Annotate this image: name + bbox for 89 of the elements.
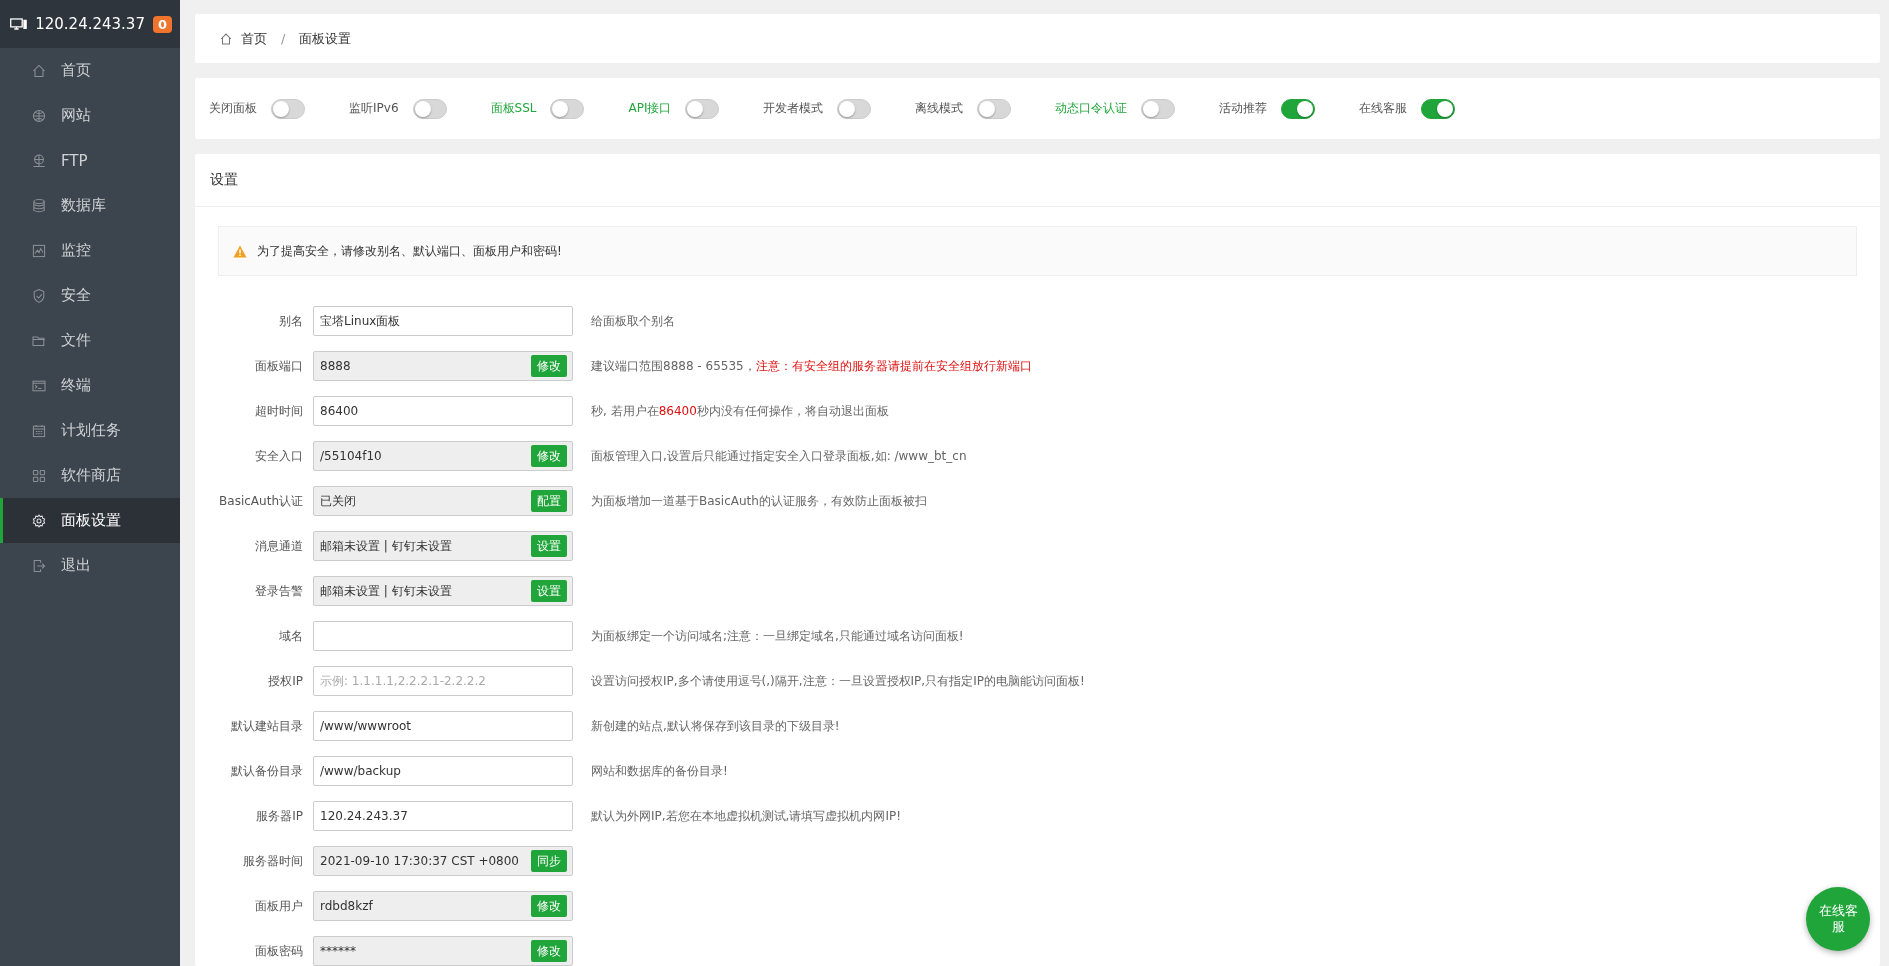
input-field[interactable]: 示例: 1.1.1.1,2.2.2.1-2.2.2.2 — [313, 666, 573, 696]
field-hint: 面板管理入口,设置后只能通过指定安全入口登录面板,如: /www_bt_cn — [591, 447, 967, 465]
field-label: 面板密码 — [254, 942, 303, 960]
field-value: 邮箱未设置 | 钉钉未设置 — [320, 537, 452, 555]
sidebar-item[interactable]: 退出 — [0, 543, 180, 588]
sidebar-item[interactable]: 首页 — [0, 48, 180, 93]
toggle-switch[interactable] — [1141, 98, 1176, 119]
field-value: 邮箱未设置 | 钉钉未设置 — [320, 582, 452, 600]
input-field[interactable]: 120.24.243.37 — [313, 801, 573, 831]
toggle-label: 活动推荐 — [1219, 100, 1268, 118]
field-label: 服务器时间 — [242, 852, 303, 870]
field-label: 面板用户 — [254, 897, 303, 915]
home-icon — [219, 31, 233, 46]
field-label: 别名 — [278, 312, 303, 330]
field-hint: 给面板取个别名 — [591, 312, 675, 330]
field-label: 超时时间 — [254, 402, 303, 420]
field-hint: 网站和数据库的备份目录! — [591, 762, 728, 780]
warning-icon — [233, 244, 247, 258]
toggle-switch[interactable] — [550, 98, 585, 119]
field-label: 消息通道 — [254, 537, 303, 555]
input-field[interactable]: 86400 — [313, 396, 573, 426]
toggle-label: 关闭面板 — [209, 100, 257, 118]
input-field[interactable] — [313, 621, 573, 651]
input-field[interactable]: /www/wwwroot — [313, 711, 573, 741]
field-hint: 为面板增加一道基于BasicAuth的认证服务，有效防止面板被扫 — [591, 492, 927, 510]
field-hint: 默认为外网IP,若您在本地虚拟机测试,请填写虚拟机内网IP! — [591, 807, 901, 825]
sidebar-item[interactable]: 软件商店 — [0, 453, 180, 498]
chart-icon — [31, 242, 47, 259]
field-label: BasicAuth认证 — [218, 492, 303, 510]
field-value: 8888 — [320, 359, 351, 373]
toggle-switch[interactable] — [1421, 98, 1456, 119]
field-value: rdbd8kzf — [320, 899, 373, 913]
field-label: 默认备份目录 — [230, 762, 303, 780]
field-hint: 秒, 若用户在86400秒内没有任何操作，将自动退出面板 — [591, 402, 889, 420]
breadcrumb-link[interactable]: 首页 — [241, 29, 267, 48]
field-label: 登录告警 — [254, 582, 303, 600]
home-icon — [31, 62, 47, 79]
sidebar-item[interactable]: 网站 — [0, 93, 180, 138]
input-field[interactable]: /www/backup — [313, 756, 573, 786]
globe-icon — [31, 107, 47, 124]
server-address: 120.24.243.37 — [35, 15, 145, 33]
toggle-switch[interactable] — [412, 98, 447, 119]
field-label: 服务器IP — [255, 807, 303, 825]
sidebar-item[interactable]: 面板设置 — [0, 498, 180, 543]
field-hint: 新创建的站点,默认将保存到该目录的下级目录! — [591, 717, 840, 735]
toggle-label: 监听IPv6 — [349, 100, 399, 118]
sidebar-item[interactable]: 计划任务 — [0, 408, 180, 453]
field-label: 授权IP — [267, 672, 303, 690]
shield-icon — [31, 287, 47, 304]
monitor-icon — [10, 15, 28, 33]
globe-icon — [31, 152, 47, 169]
alert-text: 为了提高安全，请修改别名、默认端口、面板用户和密码! — [257, 242, 562, 260]
breadcrumb-link[interactable]: 面板设置 — [299, 29, 352, 48]
field-value: 2021-09-10 17:30:37 CST +0800 — [320, 854, 519, 868]
toggle-label: 离线模式 — [915, 100, 964, 118]
database-icon — [31, 197, 47, 214]
field-label: 安全入口 — [254, 447, 303, 465]
sidebar-item[interactable]: 终端 — [0, 363, 180, 408]
field-hint: 建议端口范围8888 - 65535，注意：有安全组的服务器请提前在安全组放行新端口 — [591, 357, 1032, 375]
exit-icon — [31, 557, 47, 574]
toggle-switch[interactable] — [271, 98, 305, 119]
toggle-label: 在线客服 — [1359, 100, 1408, 118]
sidebar-item[interactable]: 文件 — [0, 318, 180, 363]
sidebar-item[interactable]: 安全 — [0, 273, 180, 318]
field-hint: 为面板绑定一个访问域名;注意：一旦绑定域名,只能通过域名访问面板! — [591, 627, 964, 645]
toggle-switch[interactable] — [837, 98, 872, 119]
toggle-label: 开发者模式 — [763, 100, 824, 118]
breadcrumb-separator: / — [281, 31, 286, 47]
field-value: 已关闭 — [320, 492, 356, 510]
sidebar-item[interactable]: 监控 — [0, 228, 180, 273]
grid-icon — [31, 467, 47, 484]
panel-title: 设置 — [210, 171, 238, 189]
toggle-label: API接口 — [628, 100, 672, 118]
toggle-switch[interactable] — [1281, 98, 1316, 119]
field-label: 域名 — [278, 627, 303, 645]
calendar-icon — [31, 422, 47, 439]
gear-icon — [31, 512, 47, 529]
toggle-label: 面板SSL — [490, 100, 537, 118]
field-value: /55104f10 — [320, 449, 382, 463]
toggle-switch[interactable] — [685, 98, 720, 119]
toggle-label: 动态口令认证 — [1055, 100, 1128, 118]
toggle-switch[interactable] — [977, 98, 1012, 119]
field-value: ****** — [320, 944, 356, 958]
sidebar-item[interactable]: 数据库 — [0, 183, 180, 228]
field-label: 面板端口 — [254, 357, 303, 375]
field-label: 默认建站目录 — [230, 717, 303, 735]
sidebar-item[interactable]: FTP — [0, 138, 180, 183]
input-field[interactable]: 宝塔Linux面板 — [313, 306, 573, 336]
field-hint: 设置访问授权IP,多个请使用逗号(,)隔开,注意：一旦设置授权IP,只有指定IP的电脑能访问面板! — [591, 672, 1085, 690]
